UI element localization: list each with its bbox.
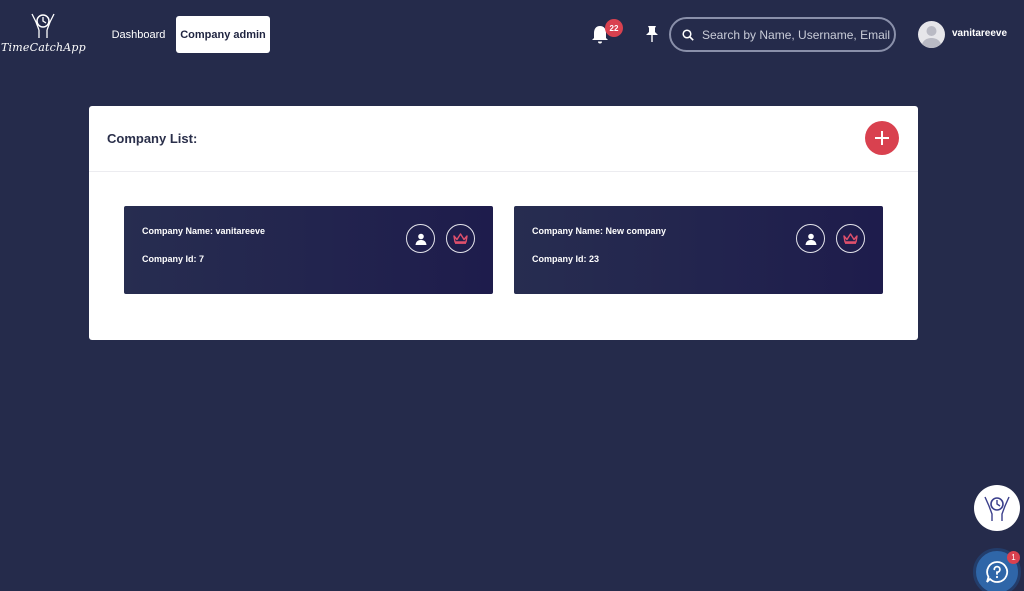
company-name: Company Name: New company — [532, 226, 667, 236]
help-badge: 1 — [1007, 551, 1020, 564]
page: TimeCatchApp Dashboard Company admin 22 … — [0, 0, 1024, 591]
plus-icon — [875, 131, 889, 145]
user-avatar-icon — [921, 26, 942, 48]
company-admin-button[interactable] — [446, 224, 475, 253]
company-card[interactable]: Company Name: New company Company Id: 23 — [514, 206, 883, 294]
crown-icon — [843, 233, 858, 244]
logo-icon — [984, 496, 1010, 521]
notification-badge: 22 — [605, 19, 623, 37]
user-icon — [415, 233, 426, 245]
company-admin-button[interactable] — [836, 224, 865, 253]
company-users-button[interactable] — [796, 224, 825, 253]
app-logo[interactable]: TimeCatchApp — [0, 12, 86, 58]
search-box[interactable] — [669, 17, 896, 52]
help-icon — [986, 561, 1009, 583]
company-id: Company Id: 7 — [142, 254, 205, 264]
pin-icon[interactable] — [644, 25, 660, 43]
add-company-button[interactable] — [865, 121, 899, 155]
company-name: Company Name: vanitareeve — [142, 226, 266, 236]
company-card[interactable]: Company Name: vanitareeve Company Id: 7 — [124, 206, 493, 294]
logo-icon — [31, 13, 55, 38]
logo-text: TimeCatchApp — [1, 41, 86, 54]
nav-company-admin[interactable]: Company admin — [176, 16, 270, 53]
company-list-panel: Company List: Company Name: vanitareeve … — [89, 106, 918, 340]
page-title: Company List: — [107, 131, 198, 146]
panel-header: Company List: — [89, 106, 918, 172]
username[interactable]: vanitareeve — [952, 28, 1007, 39]
nav-dashboard[interactable]: Dashboard — [104, 16, 173, 53]
app-widget-button[interactable] — [974, 485, 1020, 531]
company-id: Company Id: 23 — [532, 254, 600, 264]
search-input[interactable] — [702, 27, 892, 42]
company-users-button[interactable] — [406, 224, 435, 253]
crown-icon — [453, 233, 468, 244]
search-icon — [682, 28, 694, 41]
user-icon — [805, 233, 816, 245]
avatar[interactable] — [918, 21, 945, 48]
